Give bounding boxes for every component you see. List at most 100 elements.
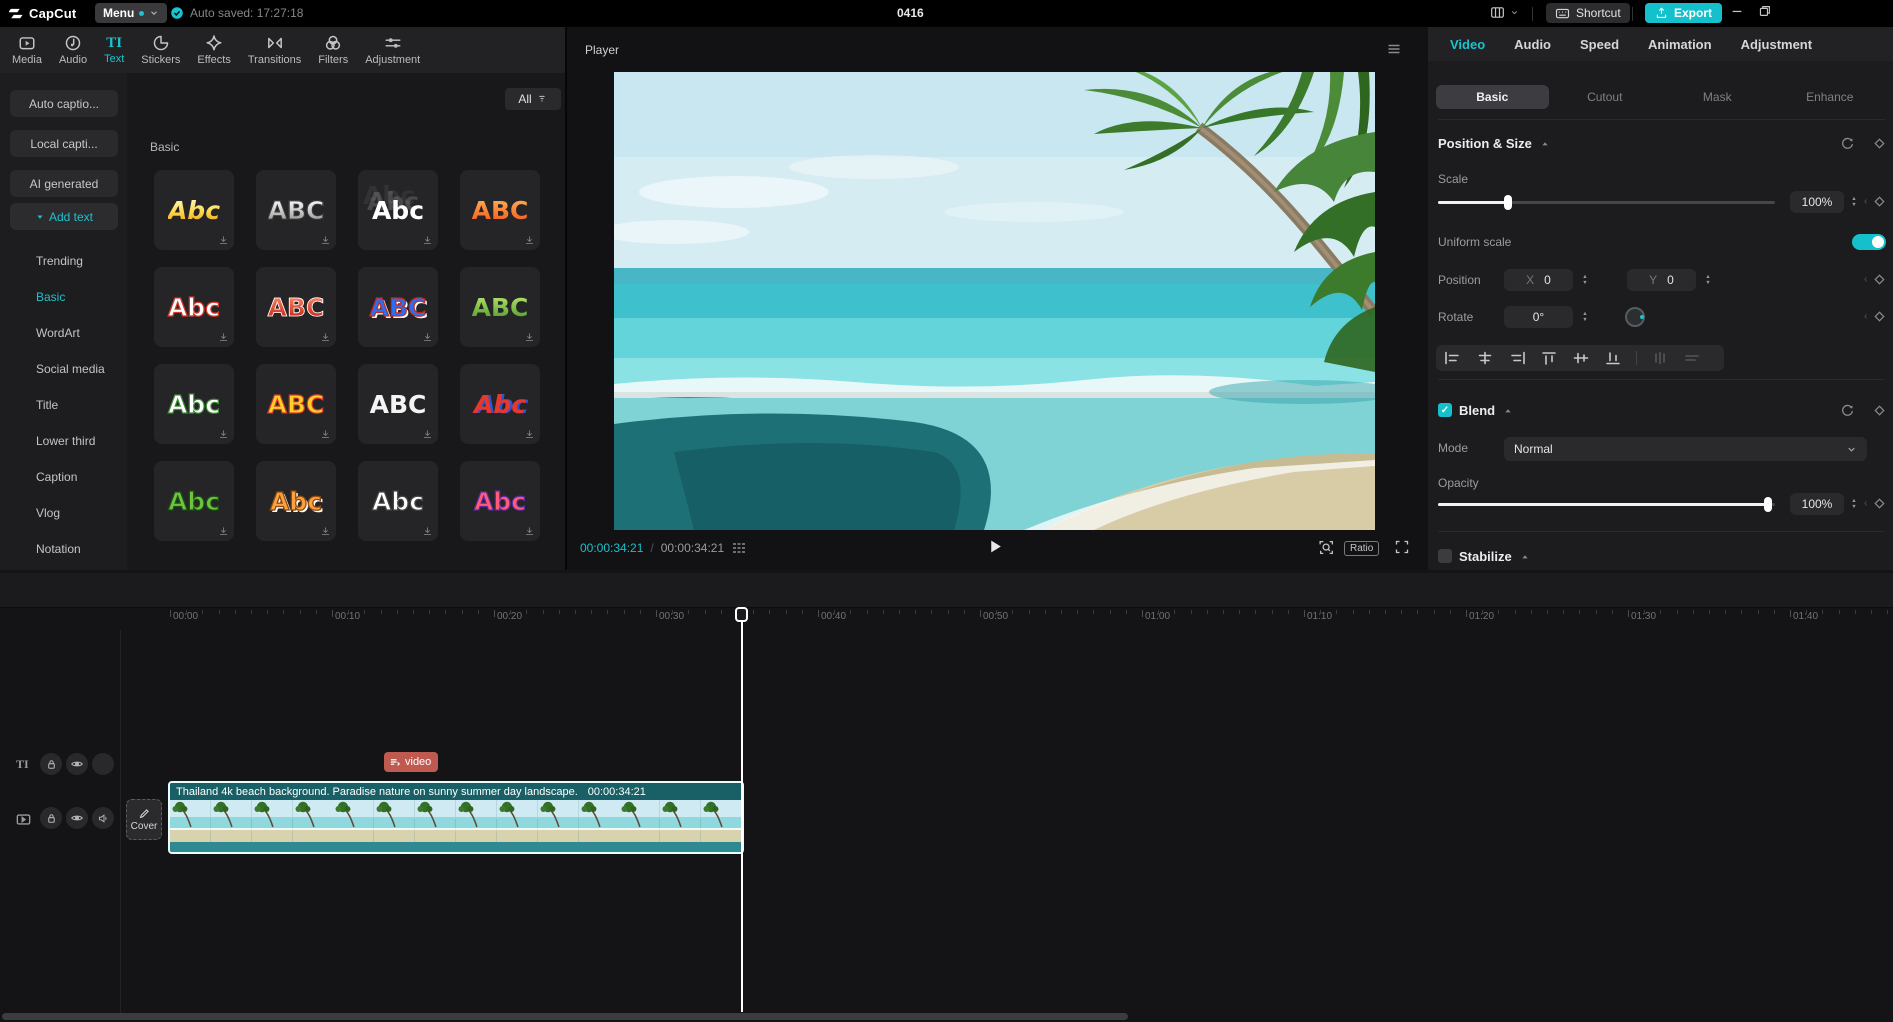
sidebar-button-2[interactable]: AI generated xyxy=(10,170,118,197)
sidebar-button-1[interactable]: Local capti... xyxy=(10,130,118,157)
text-style-card[interactable]: Abc xyxy=(154,364,234,444)
inspector-tab-adjustment[interactable]: Adjustment xyxy=(1741,37,1813,52)
tab-media[interactable]: Media xyxy=(12,34,42,66)
keyframe-icon[interactable] xyxy=(1872,272,1888,288)
text-style-card[interactable]: Abc xyxy=(358,170,438,250)
text-track-mute-icon[interactable] xyxy=(92,753,114,775)
position-y-stepper[interactable]: ▲▼ xyxy=(1701,269,1715,291)
sidebar-item-lower-third[interactable]: Lower third xyxy=(36,431,95,451)
distribute-v-icon[interactable] xyxy=(1683,351,1701,365)
download-icon[interactable] xyxy=(422,235,433,246)
align-center-v-icon[interactable] xyxy=(1572,351,1590,365)
text-style-card[interactable]: Abc xyxy=(256,461,336,541)
align-right-icon[interactable] xyxy=(1508,351,1526,365)
text-track-hide-icon[interactable] xyxy=(66,753,88,775)
download-icon[interactable] xyxy=(524,429,535,440)
download-icon[interactable] xyxy=(218,526,229,537)
rotate-stepper[interactable]: ▲▼ xyxy=(1578,306,1592,328)
player-menu-icon[interactable] xyxy=(1386,41,1402,57)
distribute-h-icon[interactable] xyxy=(1651,351,1669,365)
position-y-input[interactable]: Y 0 xyxy=(1627,269,1696,291)
timeline-scrollbar[interactable] xyxy=(2,1013,1128,1020)
tab-audio[interactable]: Audio xyxy=(59,34,87,66)
video-track-mute-icon[interactable] xyxy=(92,807,114,829)
layout-switch-button[interactable] xyxy=(1490,5,1519,20)
tab-effects[interactable]: Effects xyxy=(197,34,230,66)
download-icon[interactable] xyxy=(320,332,331,343)
video-track-lock-icon[interactable] xyxy=(40,807,62,829)
keyframe-icon[interactable] xyxy=(1872,309,1888,325)
text-style-card[interactable]: Abc xyxy=(460,364,540,444)
preview-zoom-icon[interactable] xyxy=(1318,539,1335,556)
align-top-icon[interactable] xyxy=(1540,351,1558,365)
tab-adjustment[interactable]: Adjustment xyxy=(365,34,420,66)
restore-window-button[interactable] xyxy=(1758,4,1772,18)
opacity-value[interactable]: 100% xyxy=(1790,493,1844,515)
text-style-card[interactable]: ABC xyxy=(256,170,336,250)
playhead-handle[interactable] xyxy=(735,607,748,622)
uniform-scale-toggle[interactable] xyxy=(1852,234,1886,250)
inspector-tab-animation[interactable]: Animation xyxy=(1648,37,1712,52)
inspector-tab-audio[interactable]: Audio xyxy=(1514,37,1551,52)
opacity-stepper[interactable]: ▲▼ xyxy=(1847,493,1861,515)
download-icon[interactable] xyxy=(218,429,229,440)
opacity-slider-thumb[interactable] xyxy=(1764,497,1772,512)
sidebar-item-vlog[interactable]: Vlog xyxy=(36,503,60,523)
cover-button[interactable]: Cover xyxy=(126,799,162,840)
download-icon[interactable] xyxy=(524,526,535,537)
video-preview[interactable] xyxy=(614,72,1375,530)
collapse-caret-icon[interactable] xyxy=(1538,137,1552,151)
tab-stickers[interactable]: Stickers xyxy=(141,34,180,66)
ratio-button[interactable]: Ratio xyxy=(1344,541,1379,556)
download-icon[interactable] xyxy=(320,235,331,246)
frame-view-icon[interactable] xyxy=(731,540,747,556)
download-icon[interactable] xyxy=(524,235,535,246)
text-style-card[interactable]: ABC xyxy=(256,267,336,347)
reset-icon[interactable] xyxy=(1840,136,1855,151)
collapse-caret-icon[interactable] xyxy=(1518,550,1532,564)
blend-mode-dropdown[interactable]: Normal xyxy=(1504,437,1867,461)
inspector-subtab-mask[interactable]: Mask xyxy=(1661,85,1774,109)
fullscreen-icon[interactable] xyxy=(1394,539,1410,555)
rotate-dial[interactable] xyxy=(1625,307,1645,327)
text-style-card[interactable]: ABC xyxy=(358,267,438,347)
sidebar-button-0[interactable]: Auto captio... xyxy=(10,90,118,117)
sidebar-item-title[interactable]: Title xyxy=(36,395,58,415)
video-track-tag[interactable]: video xyxy=(384,752,438,772)
sidebar-item-trending[interactable]: Trending xyxy=(36,251,83,271)
text-style-card[interactable]: ABC xyxy=(256,364,336,444)
opacity-slider[interactable] xyxy=(1438,503,1775,506)
rotate-input[interactable]: 0° xyxy=(1504,306,1573,328)
playhead[interactable] xyxy=(741,607,743,1012)
sidebar-item-wordart[interactable]: WordArt xyxy=(36,323,80,343)
sidebar-item-social-media[interactable]: Social media xyxy=(36,359,105,379)
position-x-input[interactable]: X 0 xyxy=(1504,269,1573,291)
text-style-card[interactable]: Abc xyxy=(358,461,438,541)
align-bottom-icon[interactable] xyxy=(1604,351,1622,365)
text-style-card[interactable]: Abc xyxy=(154,267,234,347)
export-button[interactable]: Export xyxy=(1645,3,1722,23)
sidebar-item-notation[interactable]: Notation xyxy=(36,539,81,559)
download-icon[interactable] xyxy=(320,429,331,440)
inspector-subtab-cutout[interactable]: Cutout xyxy=(1549,85,1662,109)
inspector-subtab-enhance[interactable]: Enhance xyxy=(1774,85,1887,109)
download-icon[interactable] xyxy=(422,429,433,440)
reset-icon[interactable] xyxy=(1840,403,1855,418)
text-style-card[interactable]: Abc xyxy=(154,461,234,541)
tab-transitions[interactable]: Transitions xyxy=(248,34,301,66)
text-style-card[interactable]: Abc xyxy=(154,170,234,250)
sidebar-item-caption[interactable]: Caption xyxy=(36,467,77,487)
keyframe-icon[interactable] xyxy=(1872,403,1888,419)
download-icon[interactable] xyxy=(218,332,229,343)
align-left-icon[interactable] xyxy=(1444,351,1462,365)
keyframe-icon[interactable] xyxy=(1872,496,1888,512)
keyframe-icon[interactable] xyxy=(1872,194,1888,210)
minimize-button[interactable] xyxy=(1730,4,1744,18)
timeline-ruler[interactable]: 00:0000:1000:2000:3000:4000:5001:0001:10… xyxy=(0,607,1893,629)
download-icon[interactable] xyxy=(320,526,331,537)
blend-checkbox[interactable]: ✓ xyxy=(1438,403,1452,417)
inspector-tab-speed[interactable]: Speed xyxy=(1580,37,1619,52)
tab-text[interactable]: TIText xyxy=(104,35,124,65)
scale-slider[interactable] xyxy=(1438,201,1775,204)
inspector-tab-video[interactable]: Video xyxy=(1450,37,1485,52)
